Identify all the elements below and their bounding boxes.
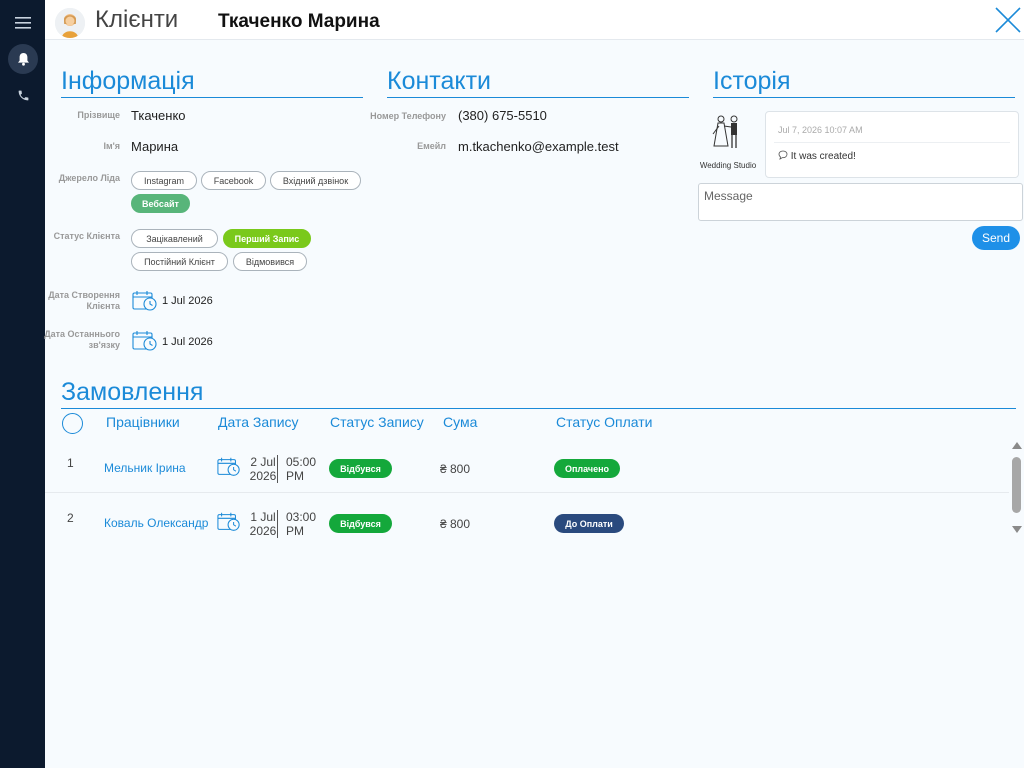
- booking-date: 1 Jul 2026: [247, 510, 279, 538]
- date-time-divider: [277, 510, 278, 538]
- created-date-label-line2: Клієнта: [86, 301, 120, 311]
- name-value: Марина: [131, 139, 179, 154]
- table-row[interactable]: 1 Мельник Ірина 2 Jul 2026 05:00 PM Відб…: [45, 438, 1009, 492]
- history-entry-divider: [774, 142, 1010, 143]
- history-logo-label: Wedding Studio: [699, 161, 757, 170]
- calendar-clock-icon[interactable]: [132, 290, 158, 312]
- column-payment[interactable]: Статус Оплати: [556, 414, 653, 430]
- column-sum[interactable]: Сума: [443, 414, 477, 430]
- lead-source-label: Джерело Ліда: [58, 173, 120, 183]
- created-date-value: 1 Jul 2026: [162, 295, 213, 307]
- calls-button[interactable]: [8, 80, 38, 110]
- last-contact-label: Дата Останнього зв'язку: [40, 329, 120, 351]
- menu-button[interactable]: [8, 8, 38, 38]
- email-label: Емейл: [417, 141, 446, 151]
- notifications-button[interactable]: [8, 44, 38, 74]
- comment-icon: [778, 150, 788, 160]
- section-avatar: [55, 8, 85, 38]
- employee-link[interactable]: Мельник Ірина: [104, 461, 186, 475]
- contacts-heading: Контакти: [387, 67, 689, 98]
- lead-source-facebook[interactable]: Facebook: [201, 171, 266, 190]
- phone-icon: [18, 90, 28, 100]
- scrollbar-thumb[interactable]: [1012, 457, 1021, 513]
- orders-table: 1 Мельник Ірина 2 Jul 2026 05:00 PM Відб…: [45, 438, 1009, 548]
- client-status-refused[interactable]: Відмовився: [233, 252, 307, 271]
- name-label: Ім'я: [103, 141, 120, 151]
- history-entry: Jul 7, 2026 10:07 AM It was created!: [765, 111, 1019, 178]
- close-icon: [995, 7, 1021, 33]
- employee-link[interactable]: Коваль Олександр: [104, 516, 208, 530]
- history-entry-time: Jul 7, 2026 10:07 AM: [778, 125, 863, 135]
- person-icon: [55, 8, 85, 38]
- lead-source-website[interactable]: Вебсайт: [131, 194, 190, 213]
- booking-date-year: 2026: [249, 524, 277, 538]
- send-button[interactable]: Send: [972, 226, 1020, 250]
- message-input[interactable]: [698, 183, 1023, 221]
- sidebar: [0, 0, 45, 768]
- booking-status-badge[interactable]: Відбувся: [329, 459, 392, 478]
- last-contact-label-line1: Дата Останнього: [44, 329, 120, 339]
- client-name: Ткаченко Марина: [218, 11, 380, 32]
- history-entry-text: It was created!: [778, 150, 856, 162]
- booking-time-hm: 03:00: [286, 510, 317, 524]
- orders-heading: Замовлення: [61, 378, 1016, 409]
- close-button[interactable]: [990, 2, 1024, 36]
- select-all-checkbox[interactable]: [62, 413, 83, 434]
- lead-source-incoming-call[interactable]: Вхідний дзвінок: [270, 171, 361, 190]
- booking-date-day: 2 Jul: [250, 455, 276, 469]
- calendar-clock-icon[interactable]: [132, 330, 158, 352]
- booking-time-ampm: PM: [286, 469, 304, 483]
- column-date[interactable]: Дата Запису: [218, 414, 299, 430]
- booking-date-year: 2026: [249, 469, 277, 483]
- surname-value: Ткаченко: [131, 108, 186, 123]
- client-status-interested[interactable]: Зацікавлений: [131, 229, 218, 248]
- client-status-first-booking[interactable]: Перший Запис: [223, 229, 311, 248]
- created-date-label: Дата Створення Клієнта: [40, 290, 120, 312]
- created-date-label-line1: Дата Створення: [48, 290, 120, 300]
- client-status-regular[interactable]: Постійний Клієнт: [131, 252, 228, 271]
- history-entry-text-value: It was created!: [790, 151, 856, 162]
- booking-time-ampm: PM: [286, 524, 304, 538]
- booking-date: 2 Jul 2026: [247, 455, 279, 483]
- phone-value[interactable]: (380) 675-5510: [458, 108, 547, 123]
- date-time-divider: [277, 455, 278, 483]
- payment-status-badge[interactable]: Оплачено: [554, 459, 620, 478]
- email-value[interactable]: m.tkachenko@example.test: [458, 139, 619, 154]
- booking-time: 03:00 PM: [286, 510, 316, 538]
- table-row[interactable]: 2 Коваль Олександр 1 Jul 2026 03:00 PM В…: [45, 492, 1009, 546]
- last-contact-value: 1 Jul 2026: [162, 336, 213, 348]
- info-heading: Інформація: [61, 67, 363, 98]
- column-employees[interactable]: Працівники: [106, 414, 180, 430]
- row-number: 2: [67, 511, 74, 525]
- calendar-clock-icon: [217, 457, 240, 476]
- booking-time-hm: 05:00: [286, 455, 317, 469]
- column-status[interactable]: Статус Запису: [330, 414, 424, 430]
- booking-date-day: 1 Jul: [250, 510, 276, 524]
- bell-icon: [17, 53, 29, 66]
- scroll-down-arrow[interactable]: [1012, 526, 1022, 533]
- phone-label: Номер Телефону: [370, 111, 446, 121]
- hamburger-icon: [15, 17, 31, 29]
- client-status-label: Статус Клієнта: [53, 231, 120, 241]
- history-heading: Історія: [713, 67, 1015, 98]
- calendar-clock-icon: [217, 512, 240, 531]
- booking-time: 05:00 PM: [286, 455, 316, 483]
- scroll-up-arrow[interactable]: [1012, 442, 1022, 449]
- lead-source-instagram[interactable]: Instagram: [131, 171, 197, 190]
- surname-label: Прізвище: [77, 110, 120, 120]
- payment-status-badge[interactable]: До Оплати: [554, 514, 624, 533]
- header: Клієнти Ткаченко Марина: [45, 0, 1024, 40]
- last-contact-label-line2: зв'язку: [88, 340, 120, 350]
- booking-status-badge[interactable]: Відбувся: [329, 514, 392, 533]
- order-sum: ₴ 800: [440, 462, 471, 476]
- section-title: Клієнти: [95, 6, 179, 33]
- order-sum: ₴ 800: [440, 517, 471, 531]
- row-number: 1: [67, 456, 74, 470]
